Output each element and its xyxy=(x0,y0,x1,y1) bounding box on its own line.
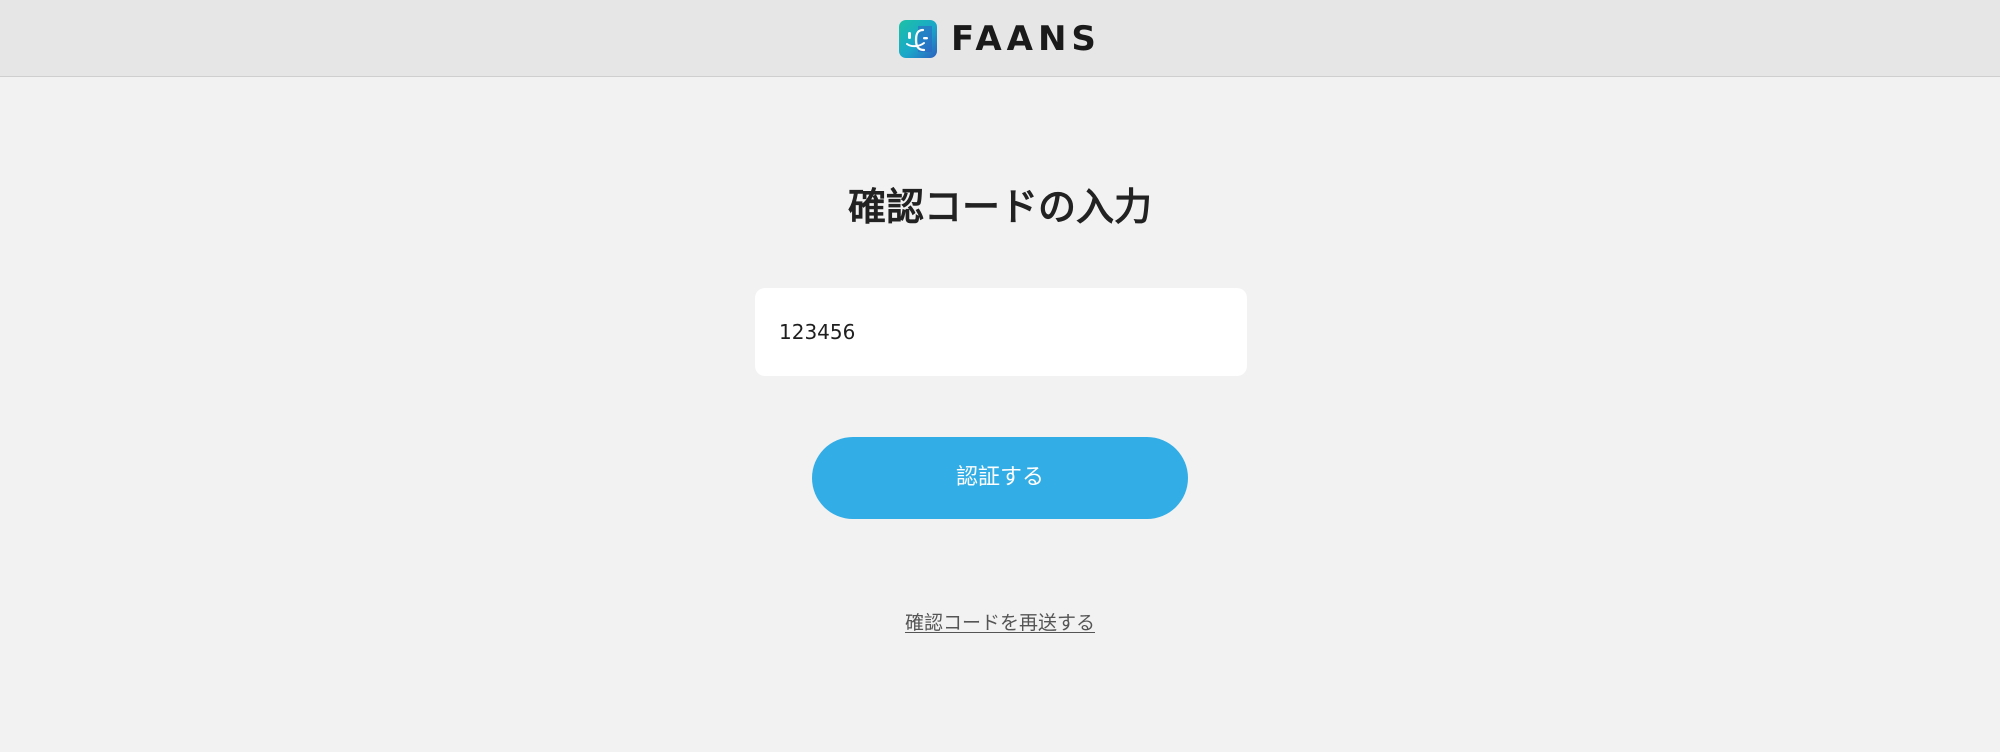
header-bar: FAANS xyxy=(0,0,2000,77)
brand-logo[interactable]: FAANS xyxy=(899,20,1101,58)
verification-code-input[interactable] xyxy=(755,288,1247,376)
page-title: 確認コードの入力 xyxy=(847,185,1152,229)
faans-logo-icon xyxy=(899,20,937,58)
resend-code-link[interactable]: 確認コードを再送する xyxy=(0,609,2000,637)
verify-button[interactable]: 認証する xyxy=(812,437,1188,519)
brand-name: FAANS xyxy=(951,19,1101,59)
